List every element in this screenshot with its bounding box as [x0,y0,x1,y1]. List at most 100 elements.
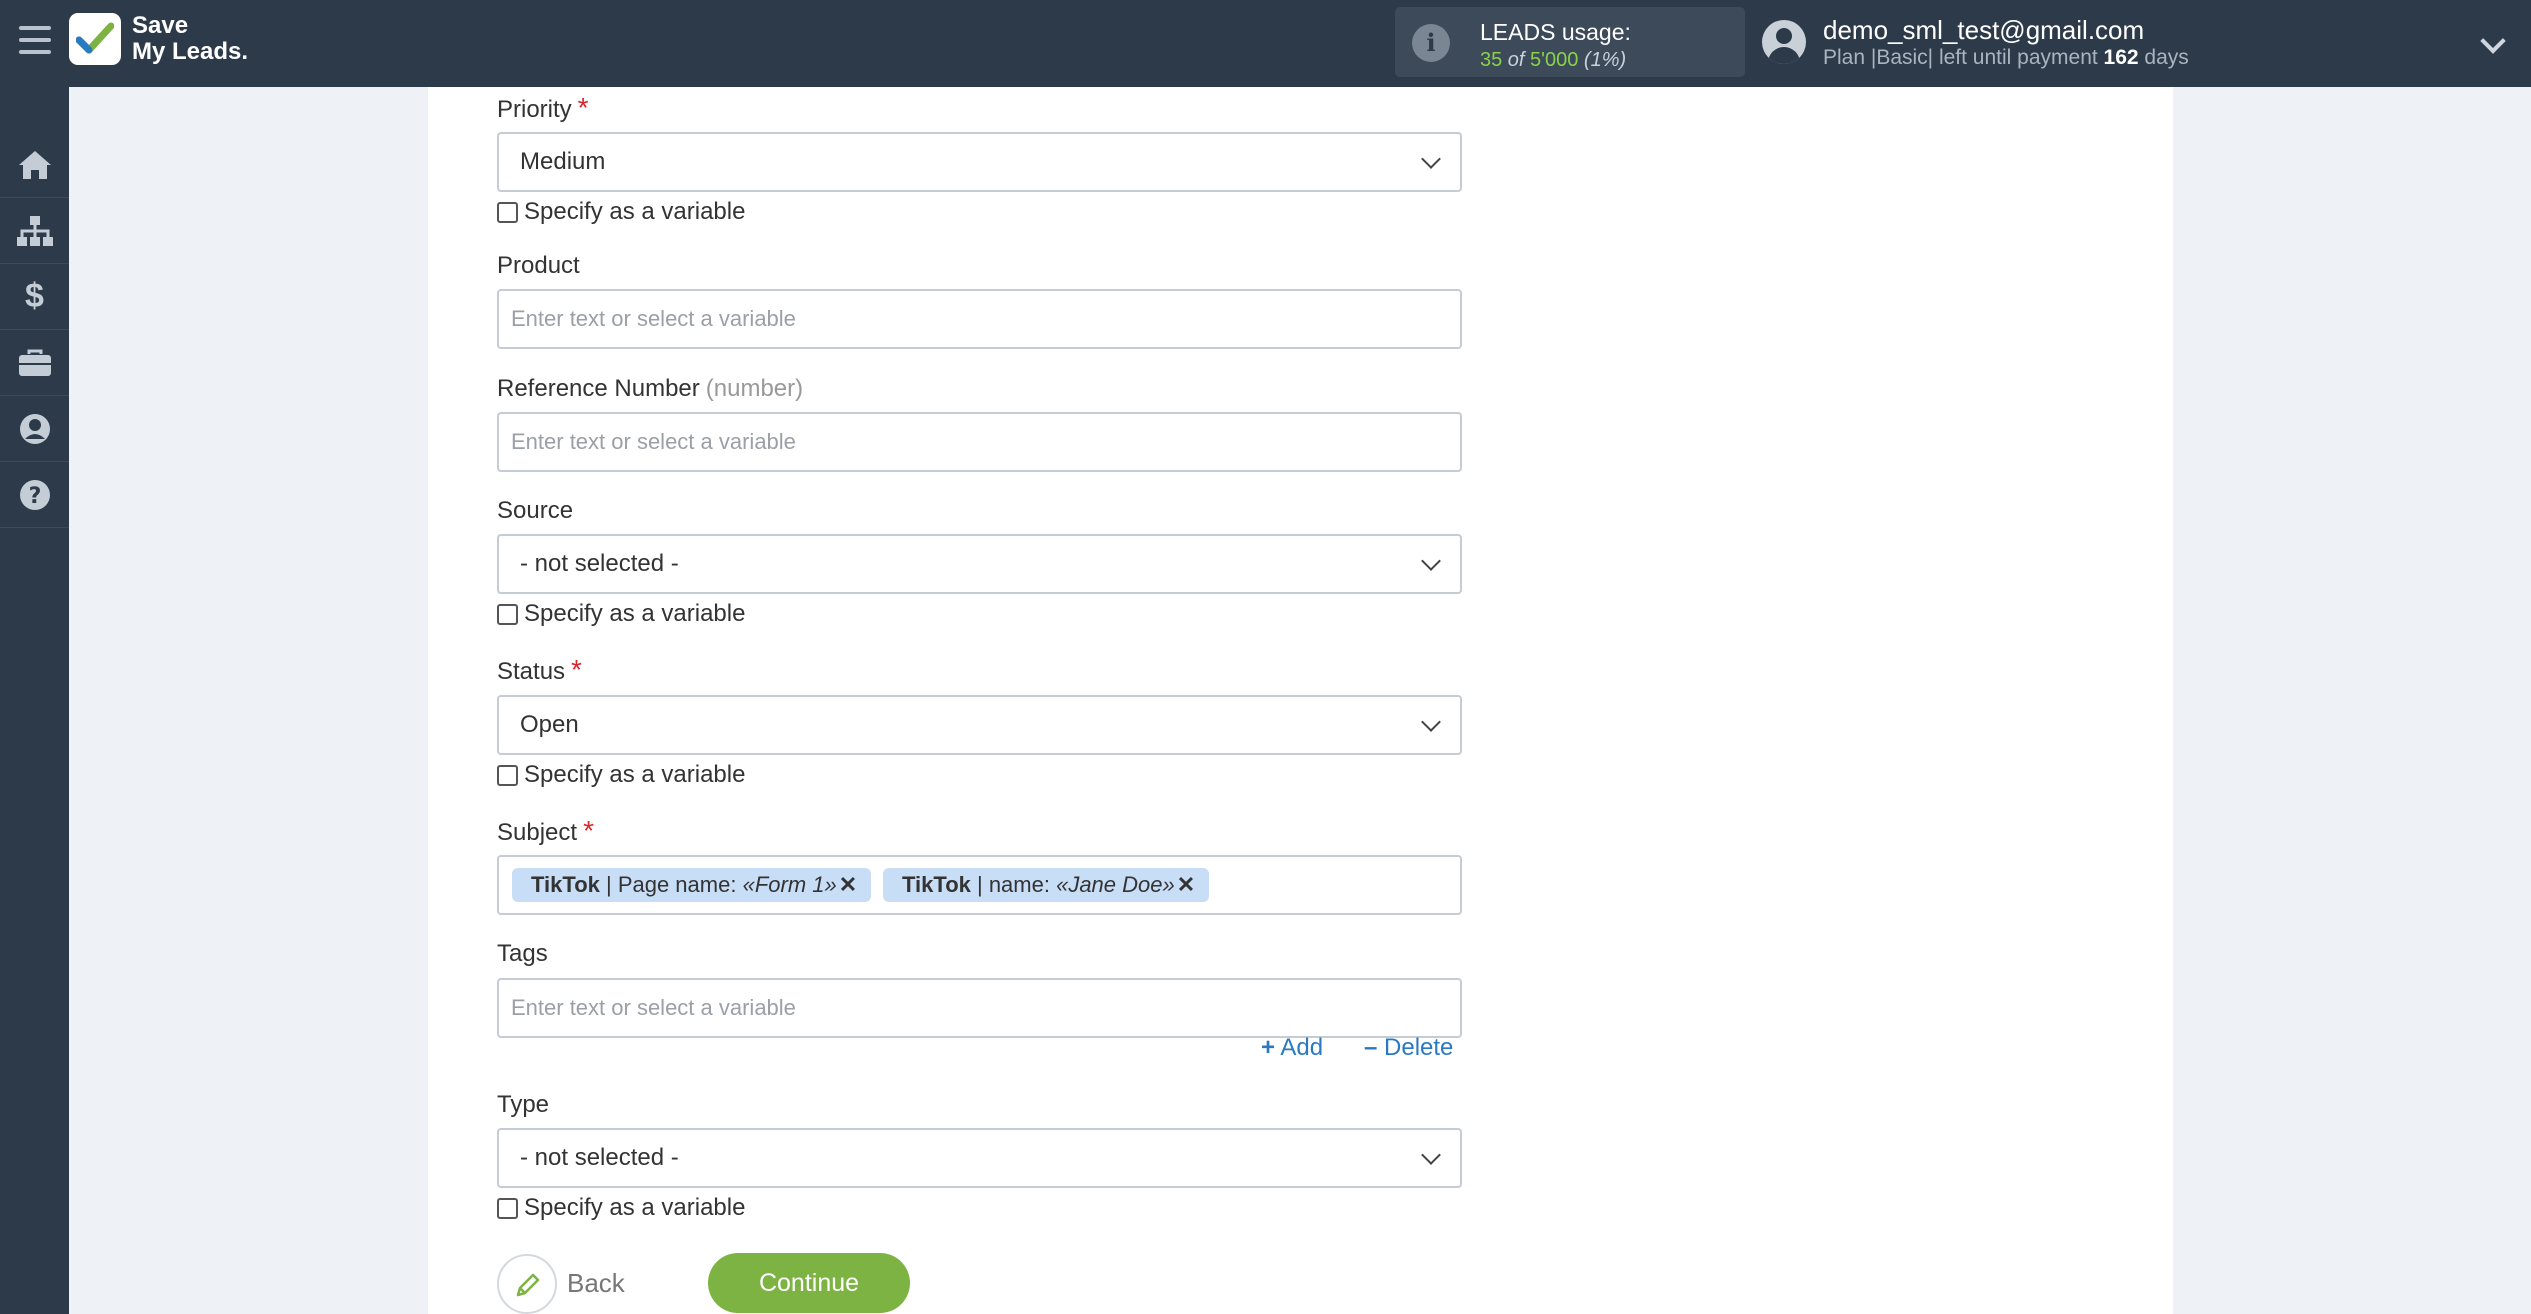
continue-button[interactable]: Continue [708,1253,910,1313]
chevron-down-icon [1421,712,1441,732]
status-label: Status * [497,654,582,686]
source-select[interactable]: - not selected - [497,534,1462,594]
briefcase-icon [18,349,51,376]
tag-field: | Page name: [599,872,743,897]
plan-days: 162 [2103,46,2139,69]
usage-percent: (1%) [1583,49,1627,71]
product-label-text: Product [497,252,580,279]
tags-input[interactable] [497,978,1462,1038]
priority-label-text: Priority [497,96,572,123]
sitemap-icon [16,215,53,246]
status-label-text: Status [497,658,566,685]
user-email[interactable]: demo_sml_test@gmail.com [1823,15,2144,46]
reference-number-label: Reference Number (number) [497,375,803,403]
chevron-down-icon [1421,1145,1441,1165]
checkbox[interactable] [497,201,518,223]
usage-label: LEADS usage: [1480,19,1631,45]
sidebar: $ ? [0,87,69,1314]
brand-line-1: Save [132,12,189,39]
plan-prefix: Plan |Basic| left until payment [1823,46,2104,69]
logo-icon[interactable] [69,13,121,65]
type-specify-variable[interactable]: Specify as a variable [497,1194,745,1222]
usage-total: 5'000 [1530,49,1579,71]
tag-field: | name: [970,872,1057,897]
reference-hint: (number) [705,375,804,402]
required-mark: * [577,92,589,123]
user-plan-info: Plan |Basic| left until payment 162 days [1823,46,2189,70]
status-value: Open [520,711,579,738]
checkbox[interactable] [497,1197,518,1219]
priority-specify-variable[interactable]: Specify as a variable [497,198,745,226]
info-icon[interactable]: i [1412,24,1450,62]
tag-value: «Form 1» [742,872,837,897]
checkbox[interactable] [497,764,518,786]
required-mark: * [583,815,594,846]
pencil-icon [516,1273,540,1297]
hamburger-menu-icon[interactable] [19,26,51,60]
type-label-text: Type [497,1091,550,1118]
subject-label-text: Subject [497,819,578,846]
subject-input[interactable]: TikTok | Page name: «Form 1»✕ TikTok | n… [497,855,1462,915]
source-value: - not selected - [520,550,679,577]
usage-used: 35 [1480,49,1503,71]
priority-label: Priority * [497,92,589,124]
checkbox-label: Specify as a variable [524,198,746,225]
delete-label: Delete [1384,1034,1454,1061]
dollar-icon: $ [25,277,44,315]
remove-tag-icon[interactable]: ✕ [839,872,857,897]
usage-of: of [1502,49,1531,71]
reference-label-text: Reference Number [497,375,700,402]
plus-icon: + [1261,1034,1276,1061]
back-label[interactable]: Back [567,1268,625,1299]
svg-text:?: ? [28,484,41,509]
checkbox-label: Specify as a variable [524,600,746,627]
sidebar-item-connections[interactable] [0,198,69,264]
delete-tag-button[interactable]: – Delete [1364,1034,1453,1062]
reference-number-input[interactable] [497,412,1462,472]
subject-label: Subject * [497,815,594,847]
add-tag-button[interactable]: + Add [1261,1034,1323,1062]
home-icon [18,150,51,179]
chevron-down-icon [1421,551,1441,571]
subject-tag-page-name[interactable]: TikTok | Page name: «Form 1»✕ [512,868,872,902]
priority-value: Medium [520,148,606,175]
usage-count: 35 of 5'000 (1%) [1480,49,1626,72]
minus-icon: – [1364,1034,1378,1061]
priority-select[interactable]: Medium [497,132,1462,192]
sidebar-item-account[interactable] [0,396,69,462]
source-label: Source [497,497,573,525]
top-bar: Save My Leads. i LEADS usage: 35 of 5'00… [0,0,2531,87]
sidebar-item-home[interactable] [0,132,69,198]
user-circle-icon [19,413,50,444]
type-select[interactable]: - not selected - [497,1128,1462,1188]
status-specify-variable[interactable]: Specify as a variable [497,761,745,789]
source-label-text: Source [497,497,574,524]
brand-name[interactable]: Save My Leads. [132,13,248,65]
leads-usage-panel: i LEADS usage: 35 of 5'000 (1%) [1395,7,1745,77]
checkbox-label: Specify as a variable [524,761,746,788]
tag-value: «Jane Doe» [1056,872,1175,897]
tags-label: Tags [497,940,548,968]
plan-suffix: days [2138,46,2189,69]
sidebar-item-help[interactable]: ? [0,462,69,528]
chevron-down-icon[interactable] [2480,28,2506,54]
brand-line-2: My Leads. [132,38,249,65]
add-label: Add [1280,1034,1324,1061]
sidebar-item-tools[interactable] [0,330,69,396]
tag-source: TikTok [902,872,971,897]
sidebar-item-billing[interactable]: $ [0,264,69,330]
subject-tag-name[interactable]: TikTok | name: «Jane Doe»✕ [883,868,1210,902]
back-button[interactable] [497,1254,557,1314]
checkbox-label: Specify as a variable [524,1194,746,1221]
source-specify-variable[interactable]: Specify as a variable [497,600,745,628]
product-label: Product [497,252,580,280]
remove-tag-icon[interactable]: ✕ [1177,872,1195,897]
product-input[interactable] [497,289,1462,349]
type-label: Type [497,1091,549,1119]
checkbox[interactable] [497,603,518,625]
user-avatar-icon[interactable] [1762,20,1806,64]
chevron-down-icon [1421,149,1441,169]
required-mark: * [571,654,582,685]
status-select[interactable]: Open [497,695,1462,755]
tags-label-text: Tags [497,940,548,967]
